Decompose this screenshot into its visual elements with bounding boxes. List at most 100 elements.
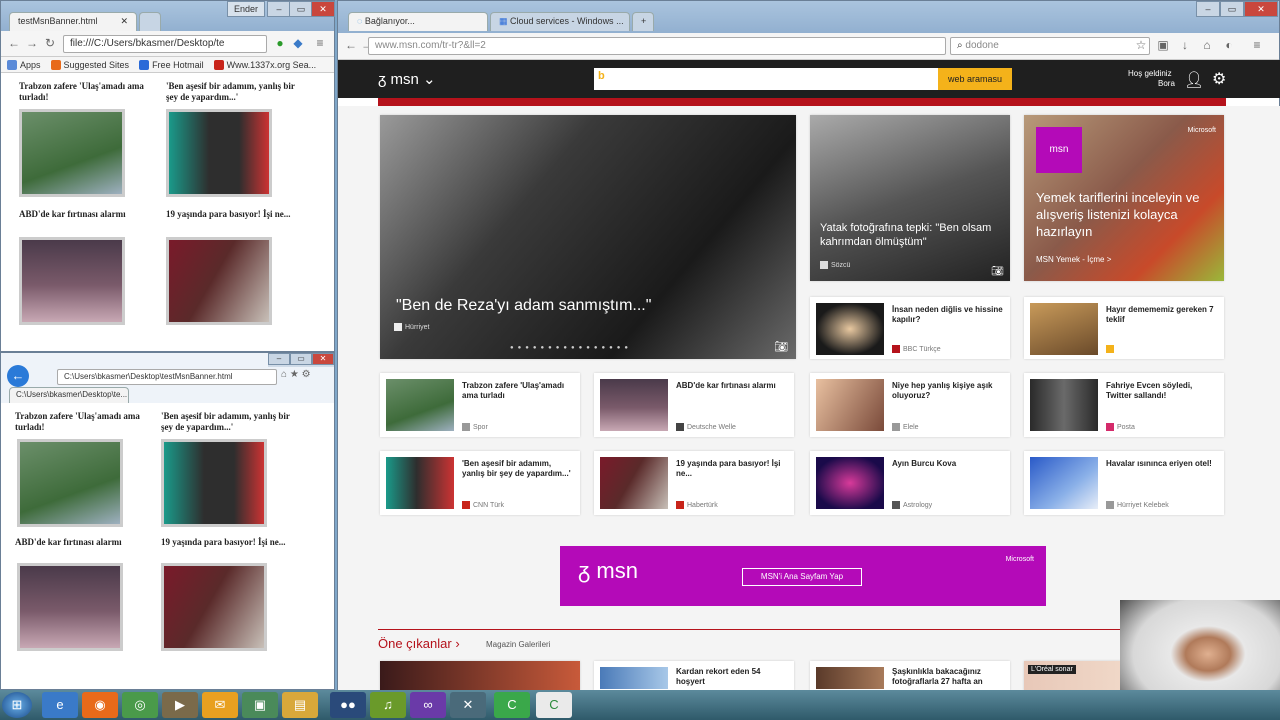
settings-icon[interactable]: ⚙ (1212, 69, 1226, 89)
item-thumbnail[interactable] (161, 439, 267, 527)
item-thumbnail[interactable] (17, 563, 123, 651)
close-window-icon[interactable]: ✕ (312, 353, 334, 365)
item-caption[interactable]: ABD'de kar fırtınası alarmı (19, 209, 159, 220)
featured-tab[interactable]: Magazin Galerileri (486, 640, 550, 649)
new-tab-button[interactable]: + (632, 12, 654, 31)
menu-icon[interactable]: ≡ (313, 36, 327, 50)
bookmark-suggested[interactable]: Suggested Sites (50, 59, 129, 70)
story-card[interactable]: Yatak fotoğrafına tepki: "Ben olsam kahr… (810, 115, 1010, 281)
firefox-icon[interactable]: ◉ (82, 692, 118, 718)
hero-card[interactable]: "Ben de Reza'yı adam sanmıştım..." Hürri… (380, 115, 796, 359)
news-tile[interactable]: 'Ben aşesif bir adamım, yanlış bir şey d… (380, 451, 580, 515)
news-tile[interactable]: Hayır demememiz gereken 7 teklif (1024, 297, 1224, 359)
new-tab-button[interactable] (139, 12, 161, 31)
game-icon[interactable]: ●● (330, 692, 366, 718)
menu-icon[interactable]: ≡ (1250, 38, 1264, 52)
address-bar[interactable]: file:///C:/Users/bkasmer/Desktop/te (63, 35, 267, 53)
news-tile[interactable]: Ayın Burcu Kova Astrology (810, 451, 1010, 515)
maximize-icon[interactable]: ▭ (1220, 1, 1244, 17)
web-search-button[interactable]: web aramasu (938, 68, 1012, 90)
shield-icon[interactable]: ◆ (291, 36, 305, 50)
close-tab-icon[interactable]: ✕ (120, 16, 128, 27)
msn-banner[interactable]: ᵹ msn Microsoft MSN'i Ana Sayfam Yap (560, 546, 1046, 606)
c-white-icon[interactable]: C (536, 692, 572, 718)
item-caption[interactable]: 19 yaşında para basıyor! İşi ne... (161, 537, 291, 548)
featured-heading[interactable]: Öne çıkanlar › (378, 636, 460, 651)
news-tile[interactable]: Niye hep yanlış kişiye aşık oluyoruz? El… (810, 373, 1010, 437)
user-name-badge[interactable]: Ender (227, 1, 265, 17)
news-tile[interactable]: İnsan neden diğlis ve hissine kapılır? B… (810, 297, 1010, 359)
address-bar[interactable]: www.msn.com/tr-tr?&ll=2 (368, 37, 946, 55)
item-thumbnail[interactable] (166, 237, 272, 325)
minimize-icon[interactable]: – (268, 353, 290, 365)
msn-logo[interactable]: ᵹ msn ⌄ (378, 70, 436, 88)
tab-test-msn-banner[interactable]: testMsnBanner.html ✕ (9, 12, 137, 31)
explorer-icon[interactable]: ▤ (282, 692, 318, 718)
item-caption[interactable]: 19 yaşında para basıyor! İşi ne... (166, 209, 306, 220)
close-window-icon[interactable]: ✕ (1244, 1, 1278, 17)
download-icon[interactable]: ↓ (1178, 38, 1192, 52)
item-thumbnail[interactable] (19, 109, 125, 197)
home-icon[interactable]: ⌂ (1200, 38, 1214, 52)
c-green-icon[interactable]: C (494, 692, 530, 718)
back-icon[interactable]: ← (7, 36, 21, 50)
item-caption[interactable]: Trabzon zafere 'Ulaş'amadı ama turladı! (15, 411, 145, 433)
tab-cloud-services[interactable]: ▦ Cloud services - Windows ... (490, 12, 630, 31)
item-thumbnail[interactable] (166, 109, 272, 197)
featured-tile[interactable]: Şaşkınlıkla bakacağınız fotoğraflarla 27… (810, 661, 1010, 691)
star-icon[interactable]: ☆ (1134, 38, 1148, 52)
back-icon[interactable]: ← (7, 365, 29, 387)
carousel-dots[interactable]: ●●●●●●●●●●●●●●●● (510, 345, 632, 351)
spotify-icon[interactable]: ♫ (370, 692, 406, 718)
item-caption[interactable]: ABD'de kar fırtınası alarmı (15, 537, 145, 548)
home-icon[interactable]: ⌂ (281, 369, 287, 380)
news-tile[interactable]: Fahriye Evcen söyledi, Twitter sallandı!… (1024, 373, 1224, 437)
card-link[interactable]: MSN Yemek - İçme > (1036, 255, 1111, 264)
bing-search-input[interactable]: b (594, 68, 938, 90)
maximize-icon[interactable]: ▭ (290, 353, 312, 365)
reload-icon[interactable]: ↻ (43, 36, 57, 50)
tools-icon[interactable]: ✕ (450, 692, 486, 718)
chrome-icon[interactable]: ◎ (122, 692, 158, 718)
item-thumbnail[interactable] (19, 237, 125, 325)
close-window-icon[interactable]: ✕ (311, 1, 335, 17)
sync-icon[interactable]: ◐ (1222, 38, 1236, 52)
item-caption[interactable]: 'Ben aşesif bir adamım, yanlış bir şey d… (161, 411, 291, 433)
bookmark-apps[interactable]: Apps (7, 59, 41, 70)
item-thumbnail[interactable] (17, 439, 123, 527)
bookmark-1337x[interactable]: Www.1337x.org Sea... (213, 59, 316, 70)
make-homepage-button[interactable]: MSN'i Ana Sayfam Yap (742, 568, 862, 586)
minimize-icon[interactable]: – (1196, 1, 1220, 17)
user-icon[interactable]: 👤︎ (1184, 70, 1204, 90)
ie-address-bar[interactable]: C:\Users\bkasmer\Desktop\testMsnBanner.h… (57, 369, 277, 385)
news-tile[interactable]: ABD'de kar fırtınası alarmı Deutsche Wel… (594, 373, 794, 437)
item-thumbnail[interactable] (161, 563, 267, 651)
ie-icon[interactable]: e (42, 692, 78, 718)
settings-icon[interactable]: ⚙ (302, 369, 311, 380)
news-tile[interactable]: 19 yaşında para basıyor! İşi ne... Haber… (594, 451, 794, 515)
minimize-icon[interactable]: – (267, 1, 291, 17)
outlook-icon[interactable]: ✉ (202, 692, 238, 718)
bookmark-hotmail[interactable]: Free Hotmail (139, 59, 204, 70)
maximize-icon[interactable]: ▭ (289, 1, 313, 17)
featured-tile[interactable] (380, 661, 580, 691)
start-orb[interactable]: ⊞ (2, 692, 32, 718)
favorites-icon[interactable]: ★ (290, 369, 299, 380)
tab-msn[interactable]: ◌ Bağlanıyor... (348, 12, 488, 31)
msn-food-card[interactable]: Microsoft msn Yemek tariflerini inceleyi… (1024, 115, 1224, 281)
item-caption[interactable]: 'Ben aşesif bir adamım, yanlış bir şey d… (166, 81, 306, 103)
media-icon[interactable]: ▶ (162, 692, 198, 718)
camtasia-icon[interactable]: ▣ (242, 692, 278, 718)
search-box[interactable]: ⌕ dodone (950, 37, 1150, 55)
extension-icon[interactable]: ● (273, 36, 287, 50)
featured-tile[interactable]: Kardan rekort eden 54 hoşyert (594, 661, 794, 691)
ie-tab[interactable]: C:\Users\bkasmer\Desktop\te... (9, 387, 129, 403)
signin-block[interactable]: Hoş geldiniz Bora (1128, 69, 1175, 89)
news-tile[interactable]: Havalar ısınınca eriyen otel! Hürriyet K… (1024, 451, 1224, 515)
visualstudio-icon[interactable]: ∞ (410, 692, 446, 718)
forward-icon[interactable]: → (25, 36, 39, 50)
item-caption[interactable]: Trabzon zafere 'Ulaş'amadı ama turladı! (19, 81, 159, 103)
reader-icon[interactable]: ▣ (1156, 38, 1170, 52)
back-icon[interactable]: ← (344, 38, 358, 52)
news-tile[interactable]: Trabzon zafere 'Ulaş'amadı ama turladı S… (380, 373, 580, 437)
